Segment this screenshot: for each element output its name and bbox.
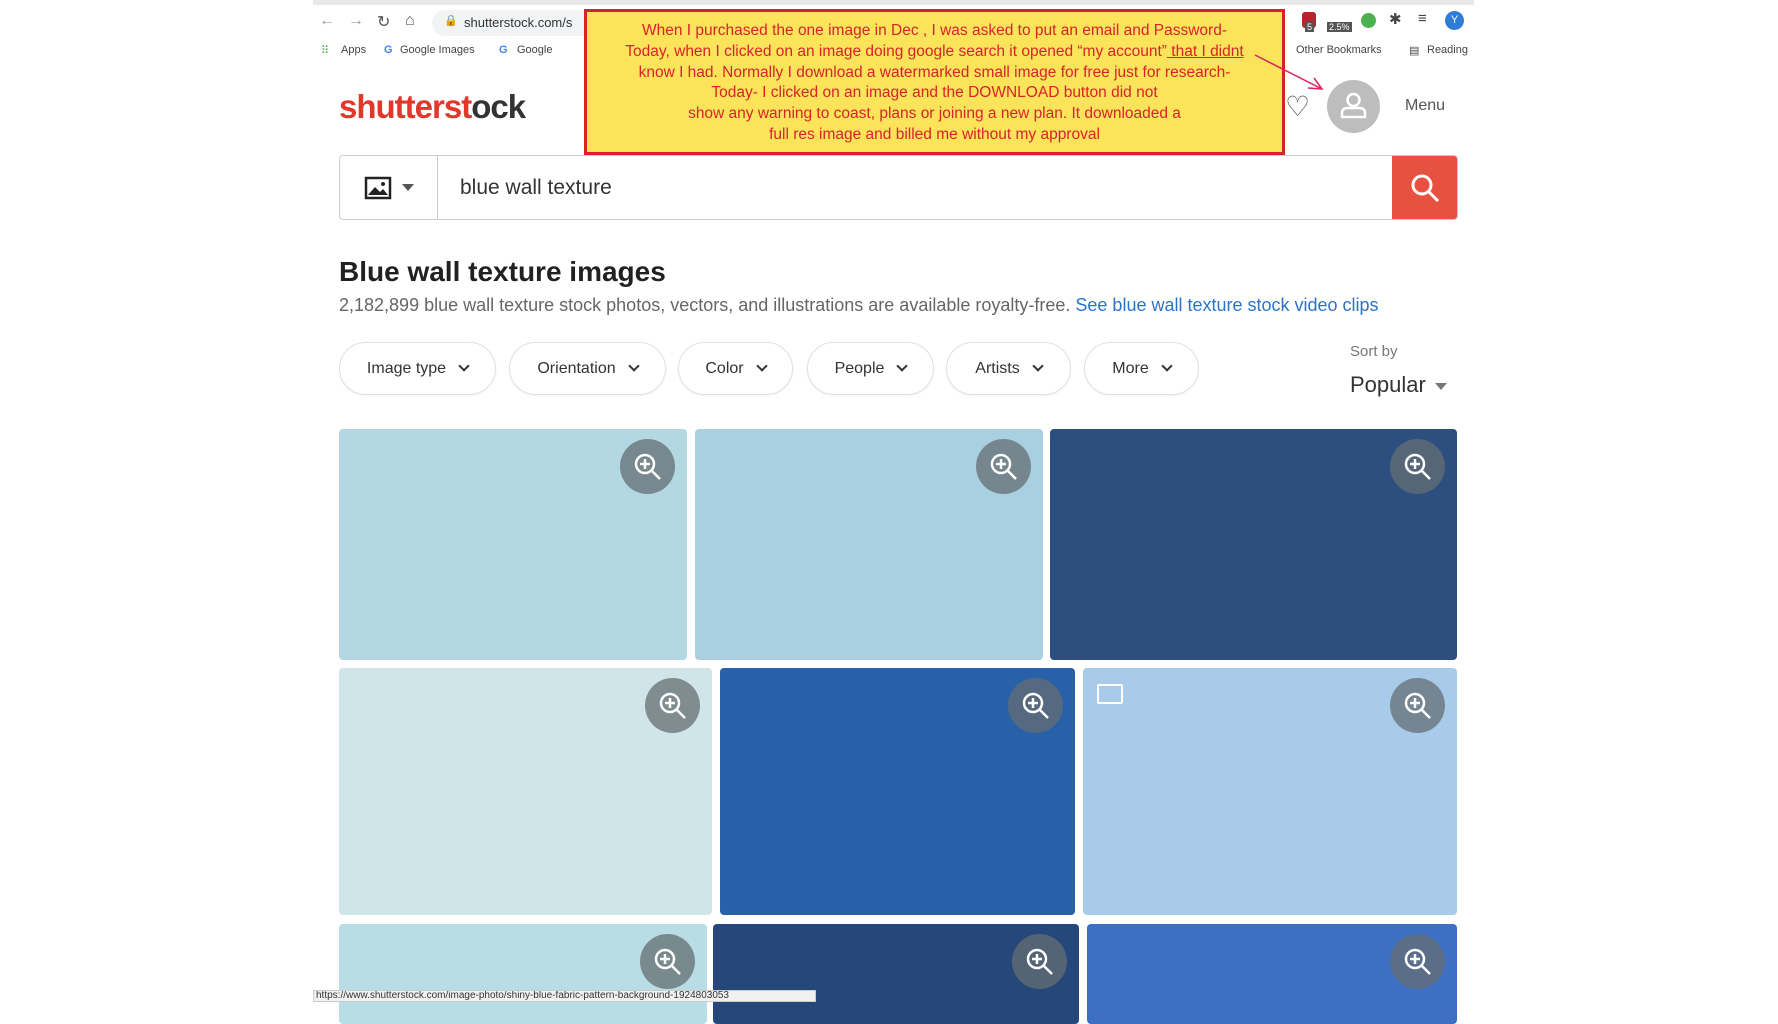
logo-text: shutterstock (339, 88, 526, 125)
google-icon: G (384, 44, 393, 56)
menu-button[interactable]: Menu (1405, 97, 1445, 115)
image-tile[interactable] (339, 668, 712, 915)
zoom-preview-button[interactable] (1390, 934, 1445, 989)
video-clips-link[interactable]: See blue wall texture stock video clips (1075, 295, 1378, 315)
note-line: Today- I clicked on an image and the DOW… (711, 84, 1158, 102)
zoom-in-icon (1404, 692, 1431, 719)
bookmark-google[interactable]: Google (517, 44, 552, 56)
search-icon (1411, 174, 1439, 202)
zoom-preview-button[interactable] (1008, 678, 1063, 733)
chevron-down-icon (627, 360, 640, 372)
annotation-arrow (1254, 54, 1324, 90)
image-icon (1097, 684, 1123, 704)
caret-down-icon (401, 184, 414, 191)
zoom-in-icon (1404, 948, 1431, 975)
home-icon[interactable]: ⌂ (405, 12, 415, 30)
extension-badge: 5 (1305, 22, 1315, 32)
forward-icon[interactable]: → (348, 12, 364, 30)
zoom-in-icon (659, 692, 686, 719)
media-icon[interactable]: ≡ (1418, 10, 1427, 27)
results-count-text: 2,182,899 blue wall texture stock photos… (339, 295, 1071, 315)
image-type-selector[interactable] (340, 156, 438, 219)
zoom-preview-button[interactable] (620, 439, 675, 494)
chevron-down-icon (1032, 360, 1044, 372)
zoom-preview-button[interactable] (1390, 439, 1445, 494)
lock-icon: 🔒 (444, 15, 458, 27)
zoom-preview-button[interactable] (1012, 934, 1067, 989)
results-summary: 2,182,899 blue wall texture stock photos… (339, 295, 1379, 316)
image-tile[interactable] (1050, 429, 1457, 660)
status-bar-url: https://www.shutterstock.com/image-photo… (313, 990, 816, 1002)
zoom-preview-button[interactable] (640, 934, 695, 989)
image-tile[interactable] (695, 429, 1043, 660)
filter-orientation[interactable]: Orientation (509, 342, 666, 395)
bookmark-apps[interactable]: Apps (341, 44, 366, 56)
image-tile[interactable] (1083, 668, 1457, 915)
zoom-in-icon (990, 453, 1017, 480)
note-line: When I purchased the one image in Dec , … (641, 22, 1227, 39)
image-tile[interactable] (720, 668, 1075, 915)
annotation-note: When I purchased the one image in Dec , … (584, 9, 1285, 155)
filter-label: People (834, 359, 885, 377)
shutterstock-logo[interactable]: shutterstock (339, 88, 526, 126)
sort-label: Sort by (1350, 343, 1398, 360)
chevron-down-icon (1161, 360, 1173, 372)
image-tile[interactable] (713, 924, 1079, 1024)
filter-more[interactable]: More (1084, 342, 1199, 395)
apps-icon: ⠿ (321, 45, 330, 57)
filter-color[interactable]: Color (678, 342, 793, 395)
page-title: Blue wall texture images (339, 256, 666, 287)
image-tile[interactable] (1087, 924, 1457, 1024)
url-text: shutterstock.com/s (464, 15, 573, 30)
image-tile[interactable] (339, 924, 707, 1024)
extension-badge: 2.5% (1327, 22, 1352, 32)
search-input[interactable] (460, 156, 1320, 219)
reading-list-icon: ▤ (1409, 45, 1420, 57)
sort-dropdown[interactable]: Popular (1350, 372, 1426, 398)
note-line: know I had. Normally I download a waterm… (638, 63, 1231, 81)
filter-artists[interactable]: Artists (946, 342, 1071, 395)
image-tile[interactable] (339, 429, 687, 660)
zoom-preview-button[interactable] (645, 678, 700, 733)
zoom-in-icon (1022, 692, 1049, 719)
chevron-down-icon (896, 360, 909, 372)
filter-label: Orientation (537, 359, 616, 377)
zoom-preview-button[interactable] (976, 439, 1031, 494)
search-bar (339, 155, 1458, 220)
note-line: that I didnt (1166, 42, 1244, 60)
green-extension-icon[interactable] (1361, 13, 1376, 28)
filter-image-type[interactable]: Image type (339, 342, 496, 395)
caret-down-icon[interactable] (1435, 383, 1447, 390)
puzzle-icon[interactable]: ✱ (1389, 10, 1402, 28)
search-button[interactable] (1392, 156, 1457, 219)
profile-avatar[interactable]: Y (1445, 11, 1464, 30)
filter-label: Artists (975, 359, 1020, 377)
google-icon: G (499, 44, 508, 56)
back-icon[interactable]: ← (319, 12, 335, 30)
note-line: show any warning to coast, plans or join… (688, 105, 1181, 123)
zoom-preview-button[interactable] (1390, 678, 1445, 733)
image-icon (364, 176, 391, 199)
filter-people[interactable]: People (807, 342, 934, 395)
zoom-in-icon (1404, 453, 1431, 480)
bookmark-google-images[interactable]: Google Images (400, 44, 475, 56)
zoom-in-icon (1026, 948, 1053, 975)
reading-list[interactable]: Reading (1427, 44, 1468, 56)
filter-label: Color (705, 359, 744, 377)
filter-label: More (1112, 359, 1149, 377)
filter-label: Image type (366, 359, 447, 377)
reload-icon[interactable]: ↻ (377, 12, 390, 32)
chevron-down-icon (458, 360, 470, 372)
zoom-in-icon (634, 453, 661, 480)
zoom-in-icon (654, 948, 681, 975)
note-line: full res image and billed me without my … (769, 125, 1100, 143)
note-line: Today, when I clicked on an image doing … (625, 42, 1167, 60)
chevron-down-icon (755, 360, 768, 372)
